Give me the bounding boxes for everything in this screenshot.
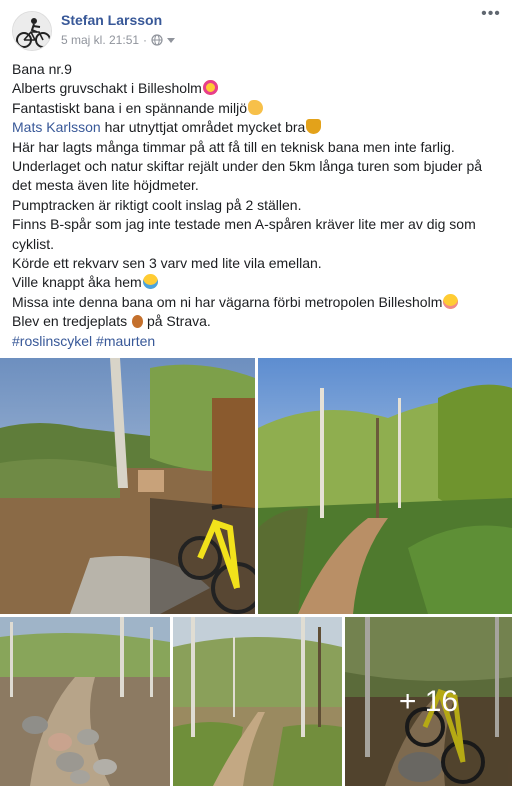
text-line: Fantastiskt bana i en spännande miljö xyxy=(12,99,504,118)
text-line: #roslinscykel #maurten xyxy=(12,332,504,351)
smiling-face-emoji-icon xyxy=(443,293,459,309)
hashtag-link[interactable]: #maurten xyxy=(96,333,155,349)
clapping-hands-emoji-icon xyxy=(248,99,264,115)
post-meta: 5 maj kl. 21:51 · xyxy=(61,33,176,47)
photo-3[interactable] xyxy=(0,617,170,786)
text-line: Underlaget och natur skiftar rejält unde… xyxy=(12,158,483,175)
text-line-content: har utnyttjat området mycket bra xyxy=(100,119,306,136)
photo-2[interactable] xyxy=(258,358,512,614)
text-line-content: Alberts gruvschakt i Billesholm xyxy=(12,80,202,97)
post-header: Stefan Larsson 5 maj kl. 21:51 · ••• xyxy=(0,0,512,56)
text-line: Här har lagts många timmar på att få til… xyxy=(12,138,455,155)
text-line: Bana nr.9 xyxy=(12,61,72,77)
bike-by-shed-photo xyxy=(0,358,255,614)
text-line-content: Missa inte denna bana om ni har vägarna … xyxy=(12,293,443,310)
bronze-medal-emoji-icon xyxy=(132,315,144,329)
text-line: Mats Karlsson har utnyttjat området myck… xyxy=(12,118,504,137)
hashtag-link[interactable]: #roslinscykel xyxy=(12,333,92,349)
more-options-icon[interactable]: ••• xyxy=(480,6,502,26)
meta-separator: · xyxy=(143,33,148,47)
text-line: det mesta även lite höjdmeter. xyxy=(12,177,199,194)
star-struck-emoji-icon xyxy=(202,80,218,96)
photo-grid: + 16 xyxy=(0,358,512,786)
text-line-content: Fantastiskt bana i en spännande miljö xyxy=(12,99,248,116)
text-line: Finns B-spår som jag inte testade men A-… xyxy=(12,216,476,233)
forest-trail-photo xyxy=(258,358,512,614)
text-line: Pumptracken är riktigt coolt inslag på 2… xyxy=(12,196,302,213)
trophy-emoji-icon xyxy=(306,119,322,135)
text-line: Alberts gruvschakt i Billesholm xyxy=(12,79,504,98)
cyclist-avatar-image xyxy=(13,12,51,50)
text-line-content: Blev en tredjeplats xyxy=(12,313,132,330)
globe-icon[interactable] xyxy=(151,34,163,46)
text-line-content: Ville knappt åka hem xyxy=(12,274,142,291)
profile-avatar[interactable] xyxy=(12,11,52,51)
post-timestamp[interactable]: 5 maj kl. 21:51 xyxy=(61,33,139,47)
tears-of-joy-emoji-icon xyxy=(142,274,158,290)
rocky-trail-photo xyxy=(0,617,170,786)
text-line: Ville knappt åka hem xyxy=(12,273,504,292)
post-text: Bana nr.9 Alberts gruvschakt i Billeshol… xyxy=(12,60,504,351)
chevron-down-icon[interactable] xyxy=(167,36,176,44)
forest-path-photo xyxy=(173,617,342,786)
text-line: Missa inte denna bana om ni har vägarna … xyxy=(12,293,504,312)
more-photos-count[interactable]: + 16 xyxy=(345,617,512,786)
mention-link[interactable]: Mats Karlsson xyxy=(12,119,101,135)
text-line-content: på Strava. xyxy=(143,313,211,330)
photo-5[interactable]: + 16 xyxy=(345,617,512,786)
photo-1[interactable] xyxy=(0,358,255,614)
text-line: Körde ett rekvarv sen 3 varv med lite vi… xyxy=(12,255,322,272)
photo-4[interactable] xyxy=(173,617,342,786)
text-line: cyklist. xyxy=(12,235,54,252)
text-line: Blev en tredjeplats på Strava. xyxy=(12,312,504,331)
author-name[interactable]: Stefan Larsson xyxy=(61,12,162,28)
